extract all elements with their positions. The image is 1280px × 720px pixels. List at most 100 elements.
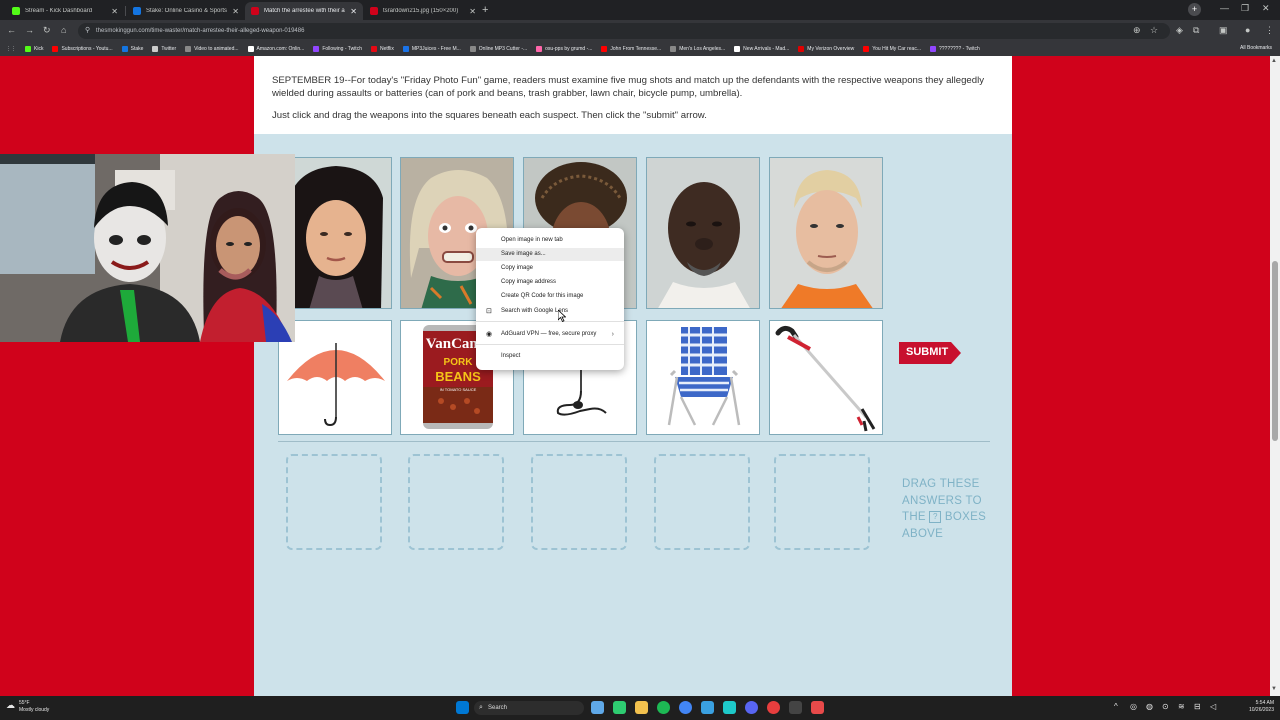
bookmark-item[interactable]: osu-pps by grumd -... xyxy=(536,46,592,52)
can-text-sauce: IN TOMATO SAUCE xyxy=(440,387,477,392)
drop-slot-3[interactable] xyxy=(531,454,627,550)
menu-adguard-vpn[interactable]: ◉ AdGuard VPN — free, secure proxy › xyxy=(476,328,624,341)
window-close-icon[interactable]: ✕ xyxy=(1262,3,1270,14)
mugshot-1[interactable] xyxy=(278,157,392,309)
bookmark-item[interactable]: New Arrivals - Mad... xyxy=(734,46,789,52)
profile-icon[interactable]: + xyxy=(1188,3,1201,16)
menu-search-google-lens[interactable]: ⊡ Search with Google Lens xyxy=(476,305,624,318)
side-panel-icon[interactable]: ▣ xyxy=(1219,25,1228,36)
mugshot-4[interactable] xyxy=(646,157,760,309)
tray-app-icon[interactable]: ⊙ xyxy=(1162,702,1169,711)
site-icon xyxy=(185,46,192,52)
tab-stake[interactable]: Stake: Online Casino & Sports ✕ xyxy=(127,2,245,20)
menu-create-qr-code[interactable]: Create QR Code for this image xyxy=(476,290,624,303)
app-icon[interactable] xyxy=(701,701,714,714)
kick-icon xyxy=(12,7,20,15)
tab-kick-dashboard[interactable]: Stream - Kick Dashboard ✕ xyxy=(6,2,124,20)
app-icon[interactable] xyxy=(811,701,824,714)
app-icon[interactable] xyxy=(789,701,802,714)
tab-smoking-gun[interactable]: Match the arrestee with their a ✕ xyxy=(245,2,363,20)
tab-image-file[interactable]: tsrardown215.jpg (150×200) ✕ xyxy=(364,2,482,20)
bookmark-item[interactable]: My Verizon Overview xyxy=(798,46,854,52)
app-icon[interactable] xyxy=(723,701,736,714)
copilot-icon[interactable] xyxy=(591,701,604,714)
tray-chevron-icon[interactable]: ^ xyxy=(1114,702,1118,711)
bookmark-item[interactable]: Netflix xyxy=(370,46,394,52)
submit-button[interactable]: SUBMIT xyxy=(899,342,961,364)
weapon-lawn-chair[interactable] xyxy=(646,320,760,435)
obs-icon[interactable] xyxy=(767,701,780,714)
menu-label: Open image in new tab xyxy=(501,237,563,243)
taskbar-search[interactable]: ⌕ Search xyxy=(474,701,584,715)
close-icon[interactable]: ✕ xyxy=(111,7,118,16)
tray-app-icon[interactable]: ◍ xyxy=(1146,702,1153,711)
bookmark-item[interactable]: Kick xyxy=(25,46,43,52)
close-icon[interactable]: ✕ xyxy=(469,7,476,16)
weather-widget[interactable]: ☁ 55°F Mostly cloudy xyxy=(6,700,49,714)
wifi-icon[interactable]: ≋ xyxy=(1178,702,1185,711)
chrome-icon[interactable] xyxy=(679,701,692,714)
bookmark-label: Netflix xyxy=(379,46,394,52)
maximize-icon[interactable]: ❐ xyxy=(1241,3,1249,14)
discord-icon[interactable] xyxy=(745,701,758,714)
home-icon[interactable]: ⌂ xyxy=(61,25,66,35)
zoom-icon[interactable]: ⊕ xyxy=(1133,25,1141,36)
bookmark-item[interactable]: Online MP3 Cutter -... xyxy=(469,46,527,52)
drop-slot-5[interactable] xyxy=(774,454,870,550)
extensions-puzzle-icon[interactable]: ⧉ xyxy=(1193,25,1199,36)
forward-icon[interactable]: → xyxy=(25,25,34,35)
menu-open-image-new-tab[interactable]: Open image in new tab xyxy=(476,234,624,247)
bookmark-label: You Hit My Car reac... xyxy=(872,46,921,52)
tray-app-icon[interactable]: ◎ xyxy=(1130,702,1137,711)
menu-icon[interactable]: ⋮ xyxy=(1265,25,1274,36)
file-explorer-icon[interactable] xyxy=(635,701,648,714)
bookmark-item[interactable]: Following - Twitch xyxy=(313,46,362,52)
page-scrollbar[interactable]: ▲ ▼ xyxy=(1270,56,1280,696)
menu-copy-image[interactable]: Copy image xyxy=(476,262,624,275)
bookmark-item[interactable]: Video to animated... xyxy=(185,46,239,52)
bookmark-item[interactable]: Subscriptions - Youtu... xyxy=(52,46,113,52)
scroll-thumb[interactable] xyxy=(1272,261,1278,441)
menu-copy-image-address[interactable]: Copy image address xyxy=(476,276,624,289)
new-tab-button[interactable]: + xyxy=(482,4,488,16)
all-bookmarks[interactable]: All Bookmarks xyxy=(1240,45,1272,51)
reload-icon[interactable]: ↻ xyxy=(43,25,51,36)
drop-slot-4[interactable] xyxy=(654,454,750,550)
bookmark-item[interactable]: You Hit My Car reac... xyxy=(863,46,921,52)
weapon-umbrella[interactable] xyxy=(278,320,392,435)
spotify-icon[interactable] xyxy=(657,701,670,714)
menu-save-image-as[interactable]: Save image as... xyxy=(476,248,624,261)
apps-icon[interactable]: ⋮⋮ xyxy=(6,46,16,52)
windows-start-icon[interactable] xyxy=(456,701,469,714)
app-icon[interactable] xyxy=(613,701,626,714)
profile-avatar-icon[interactable]: ● xyxy=(1245,25,1250,35)
address-bar[interactable]: ⚲ thesmokinggun.com/time-waster/match-ar… xyxy=(78,23,1170,39)
bookmark-item[interactable]: Stake xyxy=(121,46,143,52)
site-info-icon[interactable]: ⚲ xyxy=(85,23,90,39)
minimize-icon[interactable]: — xyxy=(1220,3,1229,13)
drop-slot-1[interactable] xyxy=(286,454,382,550)
bookmark-item[interactable]: John From Tennesse... xyxy=(601,46,661,52)
drop-slot-2[interactable] xyxy=(408,454,504,550)
close-icon[interactable]: ✕ xyxy=(350,7,357,16)
volume-icon[interactable]: ◁ xyxy=(1210,702,1216,711)
menu-inspect[interactable]: Inspect xyxy=(476,350,624,363)
close-icon[interactable]: ✕ xyxy=(232,7,239,16)
netflix-icon xyxy=(370,46,377,52)
bookmark-item[interactable]: Twitter xyxy=(152,46,176,52)
bookmark-star-icon[interactable]: ☆ xyxy=(1150,25,1158,36)
bookmark-item[interactable]: ???????? - Twitch xyxy=(930,46,980,52)
bookmark-label: Twitter xyxy=(161,46,177,52)
network-icon[interactable]: ⊟ xyxy=(1194,702,1201,711)
extension-icon[interactable]: ◈ xyxy=(1176,25,1183,36)
scroll-down-icon[interactable]: ▼ xyxy=(1271,686,1277,692)
bookmark-item[interactable]: Amazon.com: Onlin... xyxy=(247,46,304,52)
article-text: SEPTEMBER 19--For today's "Friday Photo … xyxy=(254,56,1012,134)
system-clock[interactable]: 5:54 AM 10/26/2023 xyxy=(1234,700,1274,714)
scroll-up-icon[interactable]: ▲ xyxy=(1271,58,1277,64)
mugshot-5[interactable] xyxy=(769,157,883,309)
back-icon[interactable]: ← xyxy=(7,25,16,35)
bookmark-item[interactable]: MP3Juices - Free M... xyxy=(402,46,461,52)
bookmark-item[interactable]: Men's Los Angeles... xyxy=(670,46,725,52)
weapon-trash-grabber[interactable] xyxy=(769,320,883,435)
